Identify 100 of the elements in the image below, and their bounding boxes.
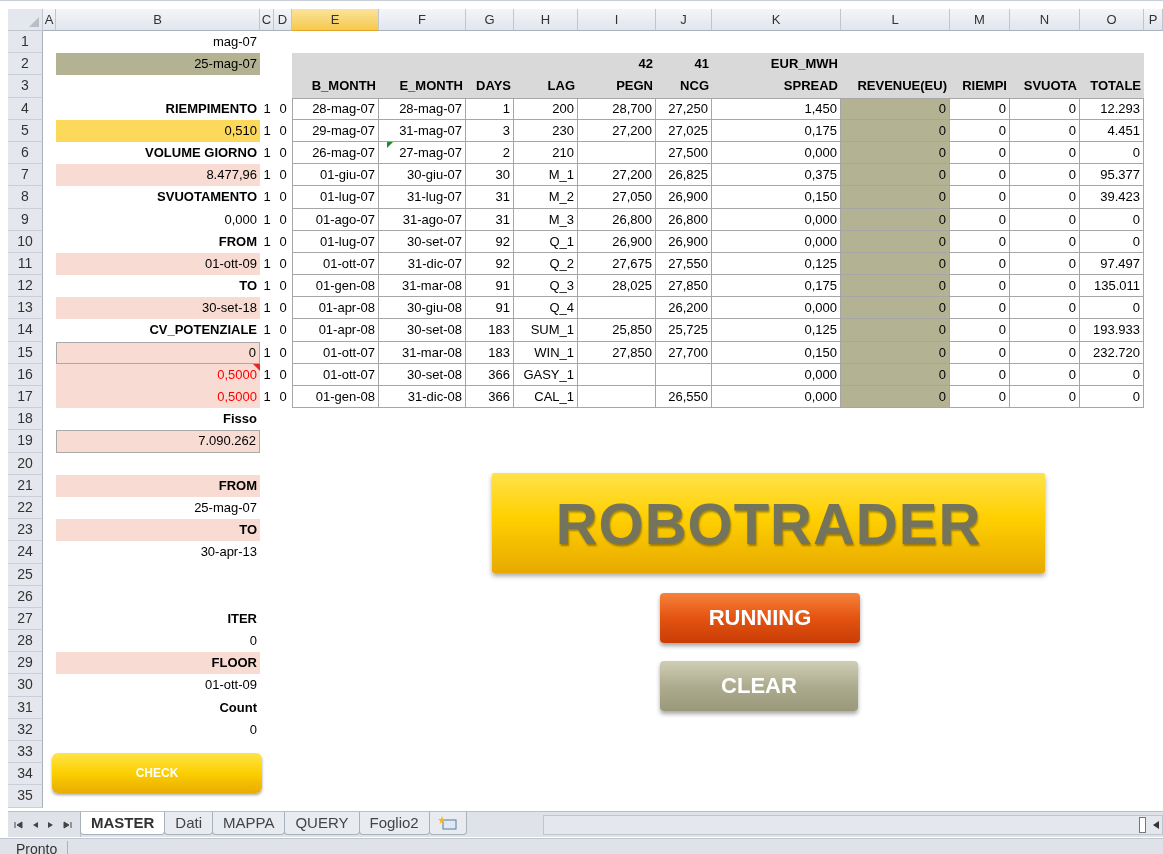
row-header[interactable]: 21	[8, 474, 43, 497]
table-cell: 30-giu-08	[379, 297, 466, 320]
column-header[interactable]: I	[578, 9, 656, 31]
table-cell: 0	[1010, 230, 1080, 253]
row-header[interactable]: 35	[8, 785, 43, 808]
sheet-tab[interactable]: MASTER	[80, 812, 166, 835]
table-cell: 27,200	[578, 119, 656, 142]
row-header[interactable]: 28	[8, 630, 43, 653]
row-header[interactable]: 8	[8, 186, 43, 209]
column-header[interactable]: G	[466, 9, 514, 31]
table-cell: 26-mag-07	[292, 141, 379, 165]
table-cell: 39.423	[1080, 186, 1144, 209]
row-header[interactable]: 16	[8, 363, 43, 386]
row-header[interactable]: 5	[8, 119, 43, 142]
split-handle[interactable]	[1139, 816, 1146, 833]
sheet-tab[interactable]: MAPPA	[212, 812, 286, 835]
row-header[interactable]: 17	[8, 386, 43, 409]
row-header[interactable]: 20	[8, 452, 43, 475]
row-header[interactable]: 23	[8, 519, 43, 542]
row-header[interactable]: 25	[8, 563, 43, 586]
table-cell: CAL_1	[514, 386, 578, 409]
table-cell: 0	[841, 230, 950, 253]
row-header[interactable]: 29	[8, 652, 43, 675]
table-cell: 92	[466, 252, 514, 276]
column-header[interactable]: C	[260, 9, 274, 31]
table-header-cell: NCG	[656, 75, 712, 98]
column-header[interactable]: O	[1080, 9, 1144, 31]
horizontal-scrollbar[interactable]	[543, 814, 1163, 835]
table-cell: 0	[1010, 164, 1080, 187]
first-sheet-icon[interactable]	[14, 819, 24, 830]
column-header[interactable]: K	[712, 9, 841, 31]
table-cell: 0	[841, 141, 950, 165]
row-header[interactable]: 18	[8, 408, 43, 431]
cell-text: SVUOTAMENTO	[156, 188, 258, 207]
row-header[interactable]: 33	[8, 741, 43, 764]
column-header[interactable]: D	[274, 9, 292, 31]
row-header[interactable]: 1	[8, 31, 43, 54]
row-header[interactable]: 2	[8, 53, 43, 76]
row-header[interactable]: 27	[8, 607, 43, 631]
column-header[interactable]: P	[1144, 9, 1163, 31]
column-header[interactable]: F	[379, 9, 466, 31]
table-cell: 91	[466, 275, 514, 298]
table-cell: 2	[466, 141, 514, 165]
row-header[interactable]: 32	[8, 718, 43, 741]
table-cell: 0	[1010, 386, 1080, 409]
row-header[interactable]: 3	[8, 75, 43, 98]
row-header[interactable]: 22	[8, 496, 43, 520]
cell: 0	[279, 144, 287, 160]
column-header[interactable]: L	[841, 9, 950, 31]
cell: 0	[279, 300, 287, 316]
row-header[interactable]: 9	[8, 208, 43, 231]
table-cell: 26,825	[656, 164, 712, 187]
table-cell: 27,250	[656, 97, 712, 120]
row-header[interactable]: 34	[8, 763, 43, 786]
table-cell: 366	[466, 386, 514, 409]
table-cell: WIN_1	[514, 341, 578, 364]
cell-text: TO	[238, 277, 258, 296]
column-header[interactable]: E	[292, 9, 379, 31]
table-header-cell: B_MONTH	[292, 75, 379, 98]
table-cell: 0	[1010, 297, 1080, 320]
column-header[interactable]: M	[950, 9, 1010, 31]
table-cell: 31	[466, 186, 514, 209]
row-header[interactable]: 14	[8, 319, 43, 342]
cell: 1	[263, 122, 271, 138]
cell: 1	[263, 344, 271, 360]
sheet-tab[interactable]: QUERY	[284, 812, 360, 835]
row-header[interactable]: 11	[8, 252, 43, 276]
table-header-cell: RIEMPI	[950, 75, 1010, 98]
row-header[interactable]: 15	[8, 341, 43, 364]
column-header[interactable]: N	[1010, 9, 1080, 31]
row-header[interactable]: 12	[8, 275, 43, 298]
row-header[interactable]: 24	[8, 541, 43, 564]
table-cell: 0	[1080, 386, 1144, 409]
table-cell: 12.293	[1080, 97, 1144, 120]
column-header[interactable]: J	[656, 9, 712, 31]
row-header[interactable]: 30	[8, 674, 43, 697]
row-header[interactable]: 26	[8, 585, 43, 608]
table-cell: 0	[841, 208, 950, 231]
table-cell: 183	[466, 319, 514, 342]
sheet-tab[interactable]: Dati	[164, 812, 214, 835]
sheet-tab[interactable]: Foglio2	[358, 812, 430, 835]
row-header[interactable]: 19	[8, 430, 43, 453]
row-header[interactable]: 13	[8, 297, 43, 320]
row-header[interactable]: 31	[8, 696, 43, 719]
scroll-left-icon[interactable]	[1152, 819, 1160, 830]
row-header[interactable]: 4	[8, 97, 43, 120]
table-header-cell: PEGN	[578, 75, 656, 98]
table-header-cell: LAG	[514, 75, 578, 98]
table-cell: 30-set-08	[379, 363, 466, 386]
column-header[interactable]: H	[514, 9, 578, 31]
running-button[interactable]: RUNNING	[660, 593, 860, 643]
last-sheet-icon[interactable]	[62, 819, 72, 830]
row-header[interactable]: 6	[8, 141, 43, 165]
row-header[interactable]: 7	[8, 164, 43, 187]
cell-text: Count	[218, 698, 258, 717]
column-header[interactable]: A	[43, 9, 56, 31]
table-cell: 0	[950, 141, 1010, 165]
table-cell: 26,900	[656, 186, 712, 209]
row-header[interactable]: 10	[8, 230, 43, 253]
column-header[interactable]: B	[56, 9, 260, 31]
